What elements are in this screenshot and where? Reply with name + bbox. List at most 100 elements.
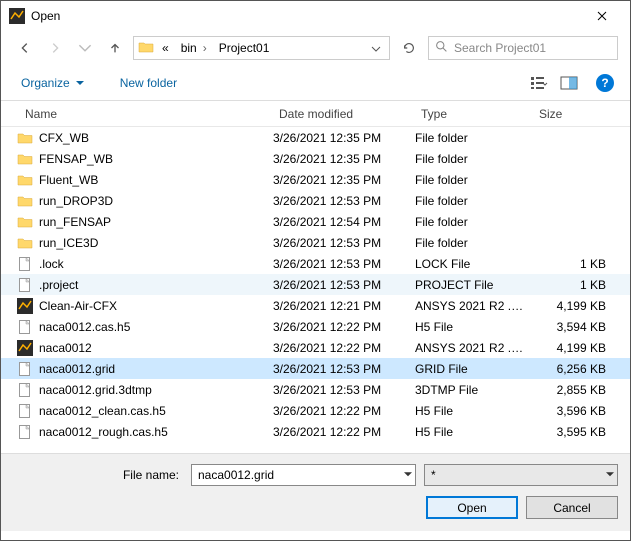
file-type: File folder bbox=[407, 194, 525, 208]
open-button[interactable]: Open bbox=[426, 496, 518, 519]
breadcrumb-item[interactable]: Project01 bbox=[215, 39, 274, 57]
refresh-button[interactable] bbox=[396, 36, 422, 60]
breadcrumb-prefix[interactable]: « bbox=[158, 39, 173, 57]
document-icon bbox=[17, 382, 33, 398]
document-icon bbox=[17, 403, 33, 419]
file-name: .lock bbox=[39, 257, 64, 271]
file-type: LOCK File bbox=[407, 257, 525, 271]
folder-icon bbox=[17, 172, 33, 188]
column-name[interactable]: Name bbox=[17, 103, 271, 125]
column-type[interactable]: Type bbox=[413, 103, 531, 125]
breadcrumb-item[interactable]: bin› bbox=[177, 39, 211, 57]
file-date: 3/26/2021 12:53 PM bbox=[265, 362, 407, 376]
file-name: run_ICE3D bbox=[39, 236, 98, 250]
address-bar[interactable]: « bin› Project01 bbox=[133, 36, 390, 60]
titlebar[interactable]: Open bbox=[1, 1, 630, 31]
file-date: 3/26/2021 12:53 PM bbox=[265, 383, 407, 397]
file-size: 3,595 KB bbox=[525, 425, 630, 439]
preview-pane-button[interactable] bbox=[558, 72, 580, 94]
folder-icon bbox=[17, 193, 33, 209]
file-type: H5 File bbox=[407, 320, 525, 334]
file-size: 3,594 KB bbox=[525, 320, 630, 334]
file-row[interactable]: .lock3/26/2021 12:53 PMLOCK File1 KB bbox=[1, 253, 630, 274]
window-close-button[interactable] bbox=[582, 1, 622, 31]
up-button[interactable] bbox=[103, 36, 127, 60]
search-box[interactable] bbox=[428, 36, 618, 60]
address-dropdown[interactable] bbox=[367, 41, 385, 55]
file-date: 3/26/2021 12:35 PM bbox=[265, 152, 407, 166]
file-row[interactable]: CFX_WB 3/26/2021 12:35 PMFile folder bbox=[1, 127, 630, 148]
file-type: ANSYS 2021 R2 .cf... bbox=[407, 299, 525, 313]
file-filter-select[interactable]: * bbox=[424, 464, 618, 486]
window-title: Open bbox=[31, 9, 582, 23]
file-row[interactable]: run_DROP3D 3/26/2021 12:53 PMFile folder bbox=[1, 190, 630, 211]
file-row[interactable]: Clean-Air-CFX3/26/2021 12:21 PMANSYS 202… bbox=[1, 295, 630, 316]
file-date: 3/26/2021 12:54 PM bbox=[265, 215, 407, 229]
file-name: .project bbox=[39, 278, 78, 292]
file-date: 3/26/2021 12:53 PM bbox=[265, 194, 407, 208]
file-name: Fluent_WB bbox=[39, 173, 98, 187]
document-icon bbox=[17, 361, 33, 377]
file-type: ANSYS 2021 R2 .cf... bbox=[407, 341, 525, 355]
organize-button[interactable]: Organize bbox=[17, 72, 88, 94]
document-icon bbox=[17, 319, 33, 335]
file-row[interactable]: run_ICE3D 3/26/2021 12:53 PMFile folder bbox=[1, 232, 630, 253]
file-name: CFX_WB bbox=[39, 131, 89, 145]
file-row[interactable]: naca0012.grid.3dtmp3/26/2021 12:53 PM3DT… bbox=[1, 379, 630, 400]
file-name: naca0012.grid bbox=[39, 362, 115, 376]
column-size[interactable]: Size bbox=[531, 103, 630, 125]
file-row[interactable]: naca0012_clean.cas.h53/26/2021 12:22 PMH… bbox=[1, 400, 630, 421]
column-date[interactable]: Date modified bbox=[271, 103, 413, 125]
document-icon bbox=[17, 424, 33, 440]
file-type: 3DTMP File bbox=[407, 383, 525, 397]
help-button[interactable]: ? bbox=[596, 74, 614, 92]
file-type: GRID File bbox=[407, 362, 525, 376]
file-name: naca0012_clean.cas.h5 bbox=[39, 404, 166, 418]
file-size: 1 KB bbox=[525, 278, 630, 292]
file-type: File folder bbox=[407, 131, 525, 145]
file-name: run_DROP3D bbox=[39, 194, 113, 208]
file-date: 3/26/2021 12:35 PM bbox=[265, 173, 407, 187]
file-row[interactable]: naca0012.cas.h53/26/2021 12:22 PMH5 File… bbox=[1, 316, 630, 337]
file-date: 3/26/2021 12:21 PM bbox=[265, 299, 407, 313]
file-size: 2,855 KB bbox=[525, 383, 630, 397]
file-date: 3/26/2021 12:22 PM bbox=[265, 425, 407, 439]
file-name: naca0012_rough.cas.h5 bbox=[39, 425, 168, 439]
file-date: 3/26/2021 12:53 PM bbox=[265, 236, 407, 250]
search-input[interactable] bbox=[454, 41, 611, 55]
document-icon bbox=[17, 256, 33, 272]
toolbar: Organize New folder ? bbox=[1, 65, 630, 101]
document-icon bbox=[17, 277, 33, 293]
file-row[interactable]: FENSAP_WB3/26/2021 12:35 PMFile folder bbox=[1, 148, 630, 169]
ansys-icon bbox=[17, 340, 33, 356]
folder-icon bbox=[17, 214, 33, 230]
ansys-icon bbox=[17, 298, 33, 314]
file-size: 6,256 KB bbox=[525, 362, 630, 376]
recent-dropdown[interactable] bbox=[73, 36, 97, 60]
file-type: File folder bbox=[407, 236, 525, 250]
file-type: File folder bbox=[407, 215, 525, 229]
file-type: H5 File bbox=[407, 425, 525, 439]
file-row[interactable]: naca0012_rough.cas.h5 3/26/2021 12:22 PMH… bbox=[1, 421, 630, 442]
new-folder-button[interactable]: New folder bbox=[116, 72, 181, 94]
nav-bar: « bin› Project01 bbox=[1, 31, 630, 65]
file-list[interactable]: CFX_WB3/26/2021 12:35 PMFile folderFENSA… bbox=[1, 127, 630, 453]
back-button[interactable] bbox=[13, 36, 37, 60]
folder-icon bbox=[17, 235, 33, 251]
file-date: 3/26/2021 12:53 PM bbox=[265, 278, 407, 292]
file-type: H5 File bbox=[407, 404, 525, 418]
file-name: naca0012 bbox=[39, 341, 92, 355]
file-size: 4,199 KB bbox=[525, 299, 630, 313]
file-row[interactable]: naca00123/26/2021 12:22 PMANSYS 2021 R2 … bbox=[1, 337, 630, 358]
cancel-button[interactable]: Cancel bbox=[526, 496, 618, 519]
file-row[interactable]: run_FENSAP3/26/2021 12:54 PMFile folder bbox=[1, 211, 630, 232]
file-size: 1 KB bbox=[525, 257, 630, 271]
file-row[interactable]: Fluent_WB3/26/2021 12:35 PMFile folder bbox=[1, 169, 630, 190]
file-row[interactable]: naca0012.grid 3/26/2021 12:53 PMGRID File… bbox=[1, 358, 630, 379]
file-date: 3/26/2021 12:35 PM bbox=[265, 131, 407, 145]
filename-input[interactable] bbox=[191, 464, 416, 486]
folder-icon bbox=[17, 151, 33, 167]
file-row[interactable]: .project3/26/2021 12:53 PMPROJECT File1 … bbox=[1, 274, 630, 295]
view-options-button[interactable] bbox=[528, 72, 550, 94]
forward-button[interactable] bbox=[43, 36, 67, 60]
